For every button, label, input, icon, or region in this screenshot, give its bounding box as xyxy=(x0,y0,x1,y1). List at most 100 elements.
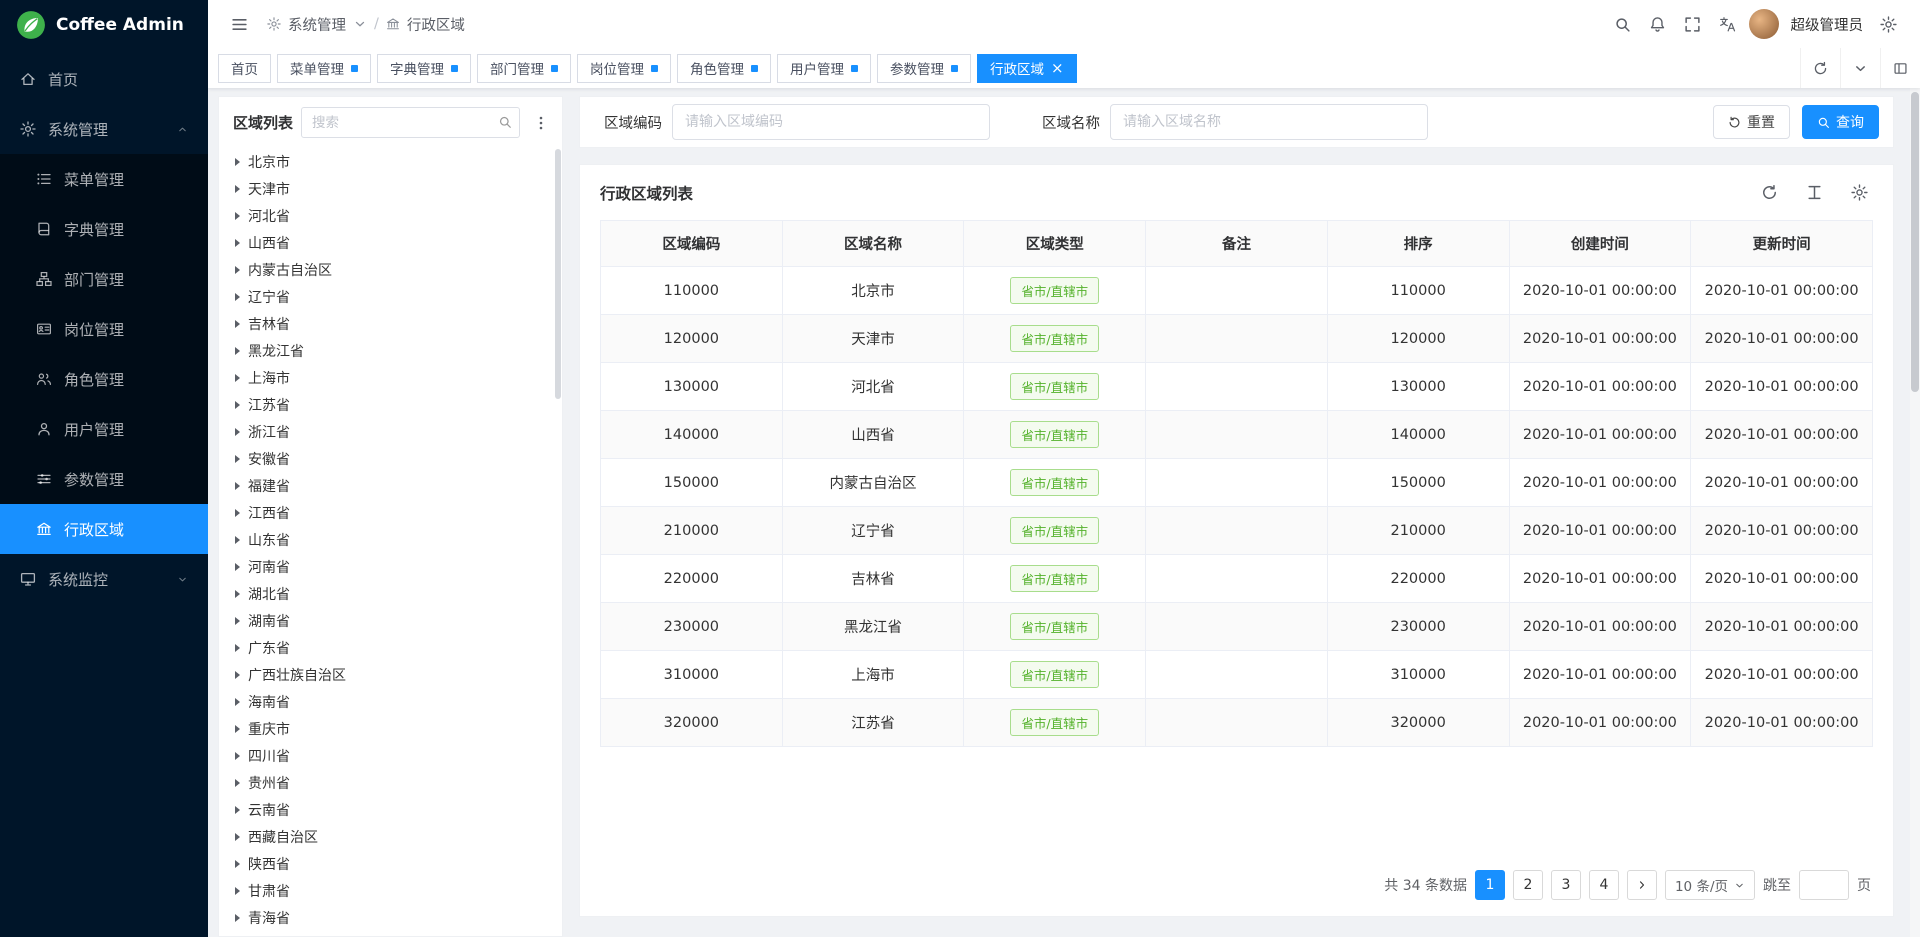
jump-page-input[interactable] xyxy=(1799,870,1849,900)
tree-node[interactable]: 山西省 xyxy=(219,229,562,256)
table-row[interactable]: 130000河北省省市/直辖市1300002020-10-01 00:00:00… xyxy=(601,363,1873,411)
next-page-button[interactable] xyxy=(1627,870,1657,900)
tree-node[interactable]: 湖南省 xyxy=(219,607,562,634)
tree-node[interactable]: 湖北省 xyxy=(219,580,562,607)
sidebar-toggle-button[interactable] xyxy=(226,11,253,38)
search-button[interactable] xyxy=(1609,11,1636,38)
sidebar-subitem[interactable]: 行政区域 xyxy=(0,504,208,554)
table-row[interactable]: 110000北京市省市/直辖市1100002020-10-01 00:00:00… xyxy=(601,267,1873,315)
sidebar-item-system[interactable]: 系统管理 xyxy=(0,104,208,154)
tab-item[interactable]: 菜单管理 xyxy=(277,54,371,83)
fullscreen-button[interactable] xyxy=(1679,11,1706,38)
tree-node[interactable]: 江苏省 xyxy=(219,391,562,418)
table-refresh-button[interactable] xyxy=(1756,179,1783,206)
page-button[interactable]: 4 xyxy=(1589,870,1619,900)
tree-node[interactable]: 河南省 xyxy=(219,553,562,580)
scrollbar-thumb[interactable] xyxy=(1911,92,1919,392)
sidebar-subitem[interactable]: 岗位管理 xyxy=(0,304,208,354)
gear-icon xyxy=(267,17,281,31)
tree-node[interactable]: 甘肃省 xyxy=(219,877,562,904)
tree-node-label: 黑龙江省 xyxy=(248,341,304,361)
tree-node[interactable]: 四川省 xyxy=(219,742,562,769)
caret-right-icon xyxy=(235,374,240,382)
tab-item[interactable]: 岗位管理 xyxy=(577,54,671,83)
tab-options-button[interactable] xyxy=(1840,48,1880,88)
language-button[interactable] xyxy=(1714,11,1741,38)
tree-node[interactable]: 辽宁省 xyxy=(219,283,562,310)
tree-node[interactable]: 吉林省 xyxy=(219,310,562,337)
column-settings-button[interactable] xyxy=(1801,179,1828,206)
refresh-tab-button[interactable] xyxy=(1800,48,1840,88)
settings-button[interactable] xyxy=(1875,11,1902,38)
tab-item[interactable]: 字典管理 xyxy=(377,54,471,83)
tree-node[interactable]: 江西省 xyxy=(219,499,562,526)
tree-node[interactable]: 广西壮族自治区 xyxy=(219,661,562,688)
page-button[interactable]: 2 xyxy=(1513,870,1543,900)
table-row[interactable]: 120000天津市省市/直辖市1200002020-10-01 00:00:00… xyxy=(601,315,1873,363)
tree-node[interactable]: 陕西省 xyxy=(219,850,562,877)
cell-create-time: 2020-10-01 00:00:00 xyxy=(1509,603,1691,651)
user-name[interactable]: 超级管理员 xyxy=(1791,14,1864,35)
table-row[interactable]: 210000辽宁省省市/直辖市2100002020-10-01 00:00:00… xyxy=(601,507,1873,555)
sidebar-subitem[interactable]: 菜单管理 xyxy=(0,154,208,204)
close-icon[interactable]: × xyxy=(1051,61,1064,76)
tree-node[interactable]: 海南省 xyxy=(219,688,562,715)
tree-node[interactable]: 青海省 xyxy=(219,904,562,931)
tree-node[interactable]: 云南省 xyxy=(219,796,562,823)
tree-node[interactable]: 山东省 xyxy=(219,526,562,553)
table-row[interactable]: 310000上海市省市/直辖市3100002020-10-01 00:00:00… xyxy=(601,651,1873,699)
tab-item[interactable]: 部门管理 xyxy=(477,54,571,83)
tree-node[interactable]: 内蒙古自治区 xyxy=(219,256,562,283)
region-name-input[interactable] xyxy=(1110,104,1428,140)
breadcrumb-root[interactable]: 系统管理 xyxy=(288,14,346,35)
tree-node[interactable]: 河北省 xyxy=(219,202,562,229)
sidebar-subitem[interactable]: 角色管理 xyxy=(0,354,208,404)
page-button[interactable]: 1 xyxy=(1475,870,1505,900)
tree-node[interactable]: 安徽省 xyxy=(219,445,562,472)
user-avatar[interactable] xyxy=(1749,9,1779,39)
table-settings-button[interactable] xyxy=(1846,179,1873,206)
coffee-logo-icon xyxy=(16,10,46,40)
sidebar-item-home[interactable]: 首页 xyxy=(0,54,208,104)
sidebar-subitem[interactable]: 用户管理 xyxy=(0,404,208,454)
tree-search-input[interactable] xyxy=(301,107,520,138)
cell-name: 黑龙江省 xyxy=(782,603,964,651)
sidebar-subitem[interactable]: 部门管理 xyxy=(0,254,208,304)
tree-node[interactable]: 上海市 xyxy=(219,364,562,391)
reset-button[interactable]: 重置 xyxy=(1713,105,1790,139)
page-size-select[interactable]: 10 条/页 xyxy=(1665,870,1755,900)
table-row[interactable]: 320000江苏省省市/直辖市3200002020-10-01 00:00:00… xyxy=(601,699,1873,747)
layout-panel-button[interactable] xyxy=(1880,48,1920,88)
table-row[interactable]: 140000山西省省市/直辖市1400002020-10-01 00:00:00… xyxy=(601,411,1873,459)
table-row[interactable]: 150000内蒙古自治区省市/直辖市1500002020-10-01 00:00… xyxy=(601,459,1873,507)
sidebar-subitem[interactable]: 字典管理 xyxy=(0,204,208,254)
tree-node[interactable]: 浙江省 xyxy=(219,418,562,445)
sidebar-item-monitor[interactable]: 系统监控 xyxy=(0,554,208,604)
query-button[interactable]: 查询 xyxy=(1802,105,1879,139)
tree-node[interactable]: 天津市 xyxy=(219,175,562,202)
tab-item[interactable]: 用户管理 xyxy=(777,54,871,83)
page-button[interactable]: 3 xyxy=(1551,870,1581,900)
scrollbar-thumb[interactable] xyxy=(555,149,561,399)
sidebar-subitem[interactable]: 参数管理 xyxy=(0,454,208,504)
chevron-up-icon xyxy=(177,124,188,135)
reset-icon xyxy=(1728,116,1741,129)
tree-scrollbar xyxy=(555,149,561,928)
tree-node[interactable]: 重庆市 xyxy=(219,715,562,742)
tree-node[interactable]: 福建省 xyxy=(219,472,562,499)
tree-node[interactable]: 广东省 xyxy=(219,634,562,661)
tree-node[interactable]: 西藏自治区 xyxy=(219,823,562,850)
region-code-input[interactable] xyxy=(672,104,990,140)
tree-more-button[interactable] xyxy=(528,110,554,136)
tab-item[interactable]: 参数管理 xyxy=(877,54,971,83)
table-row[interactable]: 220000吉林省省市/直辖市2200002020-10-01 00:00:00… xyxy=(601,555,1873,603)
tree-node[interactable]: 贵州省 xyxy=(219,769,562,796)
tab-item[interactable]: 行政区域× xyxy=(977,54,1077,83)
table-row[interactable]: 230000黑龙江省省市/直辖市2300002020-10-01 00:00:0… xyxy=(601,603,1873,651)
tab-item[interactable]: 首页 xyxy=(218,54,271,83)
tree-node[interactable]: 北京市 xyxy=(219,148,562,175)
tree-node-label: 河南省 xyxy=(248,557,290,577)
tab-item[interactable]: 角色管理 xyxy=(677,54,771,83)
notifications-button[interactable] xyxy=(1644,11,1671,38)
tree-node[interactable]: 黑龙江省 xyxy=(219,337,562,364)
